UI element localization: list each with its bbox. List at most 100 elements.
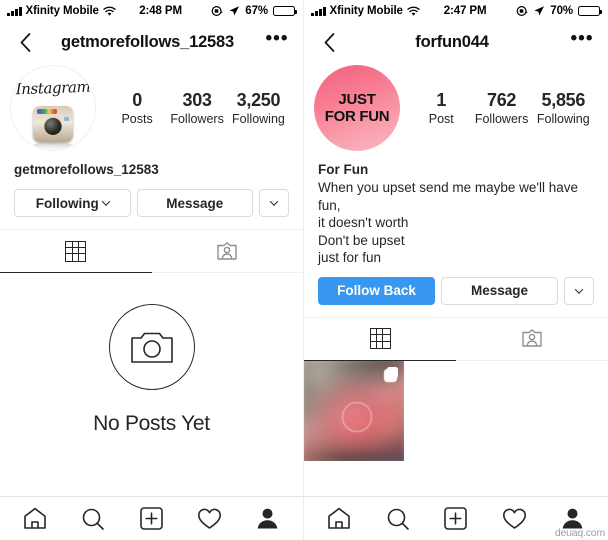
multiple-posts-icon bbox=[383, 366, 399, 382]
avatar-text-line2: FOR FUN bbox=[324, 108, 390, 125]
heart-icon bbox=[502, 508, 526, 529]
avatar[interactable]: Instagram bbox=[10, 65, 96, 151]
tab-tagged[interactable] bbox=[151, 230, 303, 273]
more-options-button[interactable]: ••• bbox=[570, 29, 594, 50]
empty-state-circle bbox=[108, 303, 195, 390]
stat-label: Following bbox=[232, 112, 285, 126]
stat-label: Following bbox=[536, 112, 590, 126]
message-label: Message bbox=[470, 283, 529, 298]
camera-icon bbox=[130, 332, 173, 363]
carrier-label: Xfinity Mobile bbox=[329, 5, 403, 17]
status-bar: Xfinity Mobile 2:47 PM 70% bbox=[304, 0, 608, 22]
bio-line: fun, bbox=[318, 197, 341, 213]
signal-bars-icon bbox=[7, 6, 22, 16]
message-button[interactable]: Message bbox=[441, 276, 558, 305]
profile-icon bbox=[257, 508, 278, 529]
bottom-nav-search[interactable] bbox=[384, 505, 412, 533]
stat-posts[interactable]: 1 Post bbox=[416, 89, 466, 127]
page-title: getmorefollows_12583 bbox=[61, 32, 234, 51]
bottom-nav-add-post[interactable] bbox=[442, 505, 470, 533]
post-grid bbox=[304, 360, 608, 461]
more-actions-button[interactable] bbox=[259, 189, 289, 217]
profile-header: Instagram 0 Posts 303 Followers 3,250 Fo… bbox=[0, 62, 303, 151]
stat-value: 1 bbox=[436, 90, 447, 110]
avatar-text-line1: JUST bbox=[338, 91, 376, 108]
profile-actions: Following Message bbox=[0, 179, 303, 217]
search-icon bbox=[82, 508, 105, 530]
clock-label: 2:48 PM bbox=[139, 5, 182, 17]
profile-display-name: For Fun bbox=[318, 162, 369, 177]
stat-followers[interactable]: 303 Followers bbox=[170, 89, 224, 127]
tab-tagged[interactable] bbox=[456, 318, 608, 361]
bottom-nav-add-post[interactable] bbox=[137, 505, 165, 533]
bio-line: it doesn't worth bbox=[318, 215, 409, 230]
following-label: Following bbox=[35, 195, 99, 211]
bottom-nav-activity[interactable] bbox=[500, 505, 528, 533]
location-arrow-icon bbox=[229, 6, 240, 16]
watermark: deuaq.com bbox=[554, 527, 605, 539]
tab-grid[interactable] bbox=[0, 230, 152, 273]
chevron-left-icon bbox=[20, 32, 30, 52]
bottom-nav-search[interactable] bbox=[79, 505, 107, 533]
tab-grid[interactable] bbox=[304, 318, 456, 361]
avatar[interactable]: JUST FOR FUN bbox=[314, 65, 400, 151]
nav-bar: forfun044 ••• bbox=[304, 22, 608, 62]
chevron-left-icon bbox=[324, 32, 334, 52]
stat-label: Post bbox=[428, 112, 454, 126]
wifi-icon bbox=[407, 6, 420, 16]
battery-percent-label: 67% bbox=[245, 5, 268, 17]
left-phone-screen: Xfinity Mobile 2:48 PM 67% getmorefollow… bbox=[0, 0, 304, 540]
empty-posts-state: No Posts Yet bbox=[0, 273, 303, 496]
profile-tabs bbox=[304, 316, 608, 361]
bottom-nav-home[interactable] bbox=[325, 505, 353, 533]
message-button[interactable]: Message bbox=[136, 189, 253, 217]
stat-label: Followers bbox=[170, 112, 224, 126]
follow-back-label: Follow Back bbox=[337, 283, 416, 298]
chevron-down-icon bbox=[574, 284, 584, 294]
stat-following[interactable]: 3,250 Following bbox=[232, 89, 285, 127]
bottom-nav-home[interactable] bbox=[21, 505, 49, 533]
follow-back-button[interactable]: Follow Back bbox=[318, 276, 435, 305]
battery-icon bbox=[273, 5, 298, 17]
location-arrow-icon bbox=[534, 6, 545, 16]
avatar-wordmark: Instagram bbox=[15, 77, 91, 99]
wifi-icon bbox=[103, 6, 116, 16]
profile-actions: Follow Back Message bbox=[304, 267, 608, 305]
more-options-button[interactable]: ••• bbox=[265, 29, 289, 50]
right-phone-screen: Xfinity Mobile 2:47 PM 70% forfun044 •••… bbox=[304, 0, 608, 540]
profile-header: JUST FOR FUN 1 Post 762 Followers 5,856 … bbox=[304, 62, 608, 151]
following-button[interactable]: Following bbox=[14, 189, 131, 217]
clock-label: 2:47 PM bbox=[443, 5, 487, 17]
chevron-down-icon bbox=[269, 197, 279, 206]
home-icon bbox=[24, 507, 46, 529]
more-actions-button[interactable] bbox=[564, 276, 594, 305]
battery-icon bbox=[578, 5, 603, 17]
stat-following[interactable]: 5,856 Following bbox=[537, 89, 590, 127]
profile-bio: getmorefollows_12583 bbox=[0, 151, 303, 179]
profile-tabs bbox=[0, 229, 303, 273]
stat-label: Posts bbox=[121, 112, 153, 126]
bottom-nav-activity[interactable] bbox=[196, 505, 224, 533]
stat-label: Followers bbox=[474, 112, 529, 126]
stat-posts[interactable]: 0 Posts bbox=[112, 89, 162, 127]
stat-followers[interactable]: 762 Followers bbox=[475, 89, 529, 127]
rotation-lock-icon bbox=[211, 5, 223, 17]
heart-icon bbox=[198, 508, 222, 529]
add-post-icon bbox=[140, 507, 163, 530]
bio-line: just for fun bbox=[318, 250, 382, 265]
bottom-nav-profile[interactable] bbox=[254, 505, 282, 533]
grid-icon bbox=[369, 328, 391, 349]
bio-line: When you upset send me maybe we'll have bbox=[318, 180, 578, 195]
signal-bars-icon bbox=[311, 6, 326, 16]
home-icon bbox=[328, 507, 350, 529]
stat-value: 0 bbox=[132, 90, 142, 110]
post-thumbnail[interactable] bbox=[304, 360, 405, 461]
bio-line: Don't be upset bbox=[318, 232, 405, 248]
stat-value: 303 bbox=[182, 90, 212, 110]
search-icon bbox=[387, 508, 409, 530]
stat-value: 762 bbox=[487, 90, 517, 110]
empty-state-label: No Posts Yet bbox=[93, 411, 210, 435]
message-label: Message bbox=[166, 195, 224, 211]
grid-icon bbox=[65, 240, 87, 262]
dual-screenshot-container: Xfinity Mobile 2:48 PM 67% getmorefollow… bbox=[0, 0, 608, 540]
